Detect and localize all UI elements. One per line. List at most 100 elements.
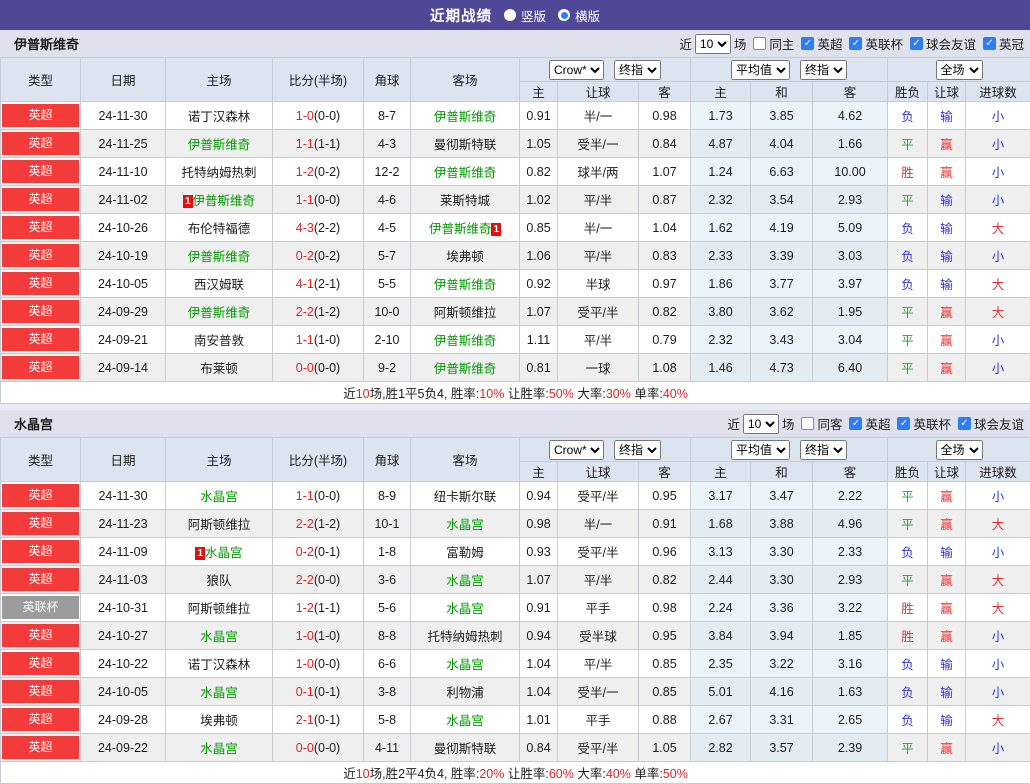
odds-source-select[interactable]: 终指 bbox=[614, 60, 661, 80]
league-filter-checkbox[interactable] bbox=[958, 417, 971, 430]
result-outcome: 平 bbox=[888, 734, 928, 762]
match-date: 24-11-23 bbox=[81, 510, 166, 538]
radio-vertical-layout[interactable]: 竖版 bbox=[504, 6, 546, 25]
score-cell: 1-0(1-0) bbox=[273, 622, 364, 650]
home-team-name: 托特纳姆热刺 bbox=[181, 166, 256, 180]
league-type-cell: 英超 bbox=[1, 622, 81, 650]
sections-container: 伊普斯维奇近10场同主英超英联杯球会友谊英冠类型日期主场比分(半场)角球客场Cr… bbox=[0, 30, 1030, 784]
odds-group-header: Crow* 终指 bbox=[520, 438, 691, 462]
league-filter-checkbox[interactable] bbox=[849, 417, 862, 430]
league-filter-checkbox[interactable] bbox=[801, 37, 814, 50]
league-type-cell: 英超 bbox=[1, 298, 81, 326]
odds-source-select[interactable]: 平均值 bbox=[731, 440, 790, 460]
handicap-home-odds: 1.11 bbox=[520, 326, 558, 354]
match-date: 24-09-22 bbox=[81, 734, 166, 762]
league-filter-label: 球会友谊 bbox=[926, 34, 976, 53]
radio-horizontal-layout[interactable]: 横版 bbox=[558, 6, 600, 25]
away-team-name: 水晶宫 bbox=[446, 574, 484, 588]
result-goals: 大 bbox=[966, 270, 1030, 298]
away-team: 伊普斯维奇 bbox=[411, 102, 520, 130]
score-cell: 2-2(1-2) bbox=[273, 298, 364, 326]
handicap-home-odds: 0.85 bbox=[520, 214, 558, 242]
odds-source-select[interactable]: 终指 bbox=[614, 440, 661, 460]
away-team-name: 曼彻斯特联 bbox=[434, 742, 497, 756]
match-date: 24-09-21 bbox=[81, 326, 166, 354]
handicap-line: 半球 bbox=[558, 270, 639, 298]
match-date: 24-11-10 bbox=[81, 158, 166, 186]
score-cell: 4-3(2-2) bbox=[273, 214, 364, 242]
avg-home-odds: 1.86 bbox=[691, 270, 751, 298]
league-filter-checkbox[interactable] bbox=[897, 417, 910, 430]
recent-count-select[interactable]: 10 bbox=[695, 34, 731, 54]
filter-bar: 近10场同主英超英联杯球会友谊英冠 bbox=[679, 34, 1026, 54]
avg-home-odds: 2.33 bbox=[691, 242, 751, 270]
avg-home-odds: 2.82 bbox=[691, 734, 751, 762]
result-outcome: 平 bbox=[888, 298, 928, 326]
red-card-icon: 1 bbox=[183, 195, 193, 208]
home-team-name: 伊普斯维奇 bbox=[188, 250, 251, 264]
match-date: 24-10-05 bbox=[81, 270, 166, 298]
away-team-name: 托特纳姆热刺 bbox=[427, 630, 502, 644]
odds-source-select[interactable]: 全场 bbox=[936, 60, 983, 80]
avg-draw-odds: 3.22 bbox=[751, 650, 813, 678]
away-team: 伊普斯维奇 bbox=[411, 158, 520, 186]
same-venue-checkbox[interactable] bbox=[753, 37, 766, 50]
halftime-score: (0-0) bbox=[314, 741, 340, 755]
fulltime-score: 1-1 bbox=[296, 333, 314, 347]
result-handicap: 输 bbox=[928, 678, 966, 706]
column-subheader: 客 bbox=[639, 82, 691, 102]
away-team-name: 伊普斯维奇 bbox=[434, 166, 497, 180]
handicap-home-odds: 0.91 bbox=[520, 102, 558, 130]
avg-home-odds: 4.87 bbox=[691, 130, 751, 158]
corner-score: 3-8 bbox=[364, 678, 411, 706]
result-handicap: 输 bbox=[928, 538, 966, 566]
result-outcome: 平 bbox=[888, 354, 928, 382]
radio-button-icon bbox=[558, 9, 570, 21]
avg-draw-odds: 3.47 bbox=[751, 482, 813, 510]
odds-source-select[interactable]: 终指 bbox=[800, 60, 847, 80]
result-goals: 大 bbox=[966, 214, 1030, 242]
fulltime-score: 0-2 bbox=[296, 249, 314, 263]
league-filter-checkbox[interactable] bbox=[910, 37, 923, 50]
score-cell: 4-1(2-1) bbox=[273, 270, 364, 298]
score-cell: 2-2(1-2) bbox=[273, 510, 364, 538]
result-goals: 小 bbox=[966, 734, 1030, 762]
league-badge: 英超 bbox=[2, 160, 79, 183]
match-row: 英超24-10-05水晶宫0-1(0-1)3-8利物浦1.04受半/一0.855… bbox=[1, 678, 1030, 706]
corner-score: 8-8 bbox=[364, 622, 411, 650]
avg-home-odds: 2.32 bbox=[691, 326, 751, 354]
halftime-score: (2-2) bbox=[314, 221, 340, 235]
result-outcome: 胜 bbox=[888, 622, 928, 650]
handicap-line: 一球 bbox=[558, 354, 639, 382]
match-row: 英超24-10-26布伦特福德4-3(2-2)4-5伊普斯维奇10.85半/一1… bbox=[1, 214, 1030, 242]
home-team: 布莱顿 bbox=[166, 354, 273, 382]
away-team: 埃弗顿 bbox=[411, 242, 520, 270]
avg-draw-odds: 3.30 bbox=[751, 538, 813, 566]
away-team-name: 伊普斯维奇 bbox=[434, 334, 497, 348]
home-team: 埃弗顿 bbox=[166, 706, 273, 734]
odds-source-select[interactable]: 平均值 bbox=[731, 60, 790, 80]
odds-source-select[interactable]: Crow* bbox=[549, 60, 604, 80]
odds-source-select[interactable]: 全场 bbox=[936, 440, 983, 460]
same-venue-checkbox[interactable] bbox=[801, 417, 814, 430]
home-team-name: 西汉姆联 bbox=[194, 278, 244, 292]
home-team-name: 埃弗顿 bbox=[200, 714, 238, 728]
match-date: 24-10-31 bbox=[81, 594, 166, 622]
odds-source-select[interactable]: 终指 bbox=[800, 440, 847, 460]
league-filter-checkbox[interactable] bbox=[849, 37, 862, 50]
home-team-name: 南安普敦 bbox=[194, 334, 244, 348]
away-team: 伊普斯维奇 bbox=[411, 326, 520, 354]
league-filter-checkbox[interactable] bbox=[983, 37, 996, 50]
handicap-home-odds: 0.94 bbox=[520, 482, 558, 510]
handicap-away-odds: 0.91 bbox=[639, 510, 691, 538]
result-outcome: 胜 bbox=[888, 594, 928, 622]
recent-count-select[interactable]: 10 bbox=[743, 414, 779, 434]
page: 近期战绩 竖版 横版 伊普斯维奇近10场同主英超英联杯球会友谊英冠类型日期主场比… bbox=[0, 0, 1030, 784]
match-row: 英超24-11-091水晶宫0-2(0-1)1-8富勒姆0.93受平/半0.96… bbox=[1, 538, 1030, 566]
avg-home-odds: 2.24 bbox=[691, 594, 751, 622]
handicap-away-odds: 0.85 bbox=[639, 678, 691, 706]
avg-draw-odds: 3.30 bbox=[751, 566, 813, 594]
odds-source-select[interactable]: Crow* bbox=[549, 440, 604, 460]
odds-group-header: 全场 bbox=[888, 438, 1030, 462]
handicap-line: 平手 bbox=[558, 594, 639, 622]
